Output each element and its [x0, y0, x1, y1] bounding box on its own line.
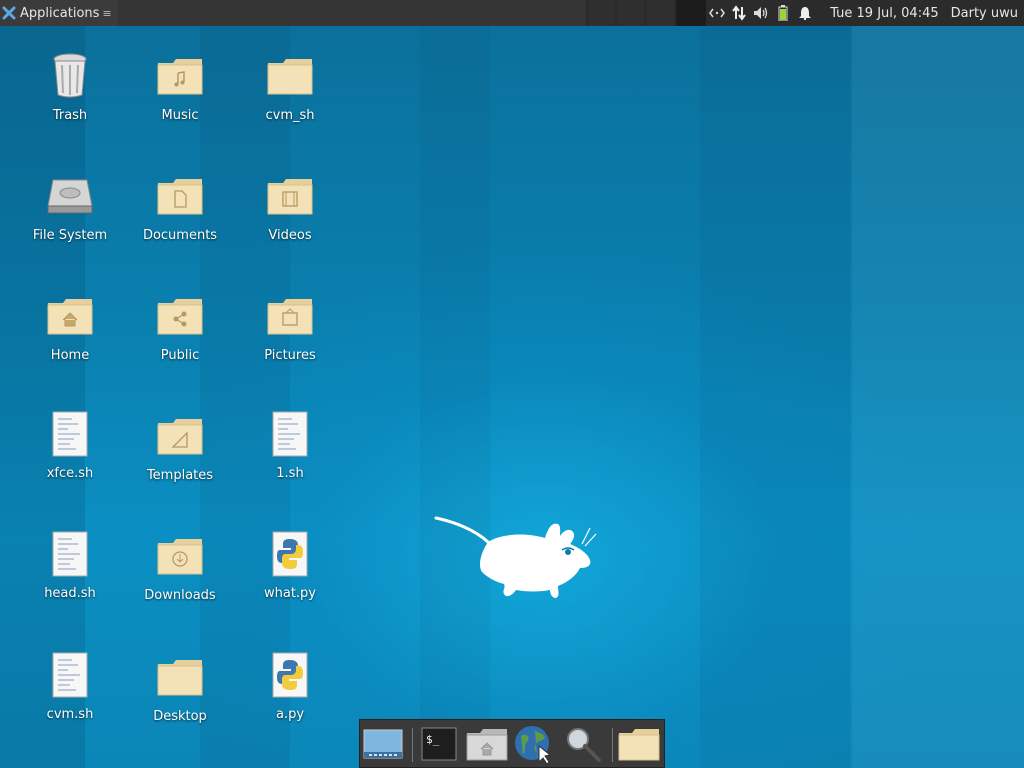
icon-label: a.py [275, 707, 305, 722]
terminal-icon: $_ [421, 727, 457, 761]
icon-label: Desktop [153, 709, 207, 724]
show-desktop-icon [363, 729, 403, 759]
icon-label: Documents [142, 228, 218, 243]
dock-folder[interactable] [618, 724, 660, 764]
dock-panel: $_ [359, 719, 665, 768]
icon-label: cvm.sh [46, 707, 94, 722]
desktop-icon-public[interactable]: Public [130, 292, 230, 382]
desktop-icon-cvm-sh-file[interactable]: cvm.sh [20, 651, 120, 741]
desktop-icon-what-py[interactable]: what.py [240, 530, 340, 620]
web-browser-icon [515, 726, 552, 764]
desktop-icon-1-sh[interactable]: 1.sh [240, 410, 340, 500]
workspace-3[interactable] [646, 0, 674, 26]
xfce-logo-icon [2, 6, 16, 20]
dock-home-folder[interactable] [466, 724, 508, 764]
icon-label: what.py [263, 586, 316, 601]
dock-separator [612, 728, 613, 762]
icon-label: xfce.sh [46, 466, 94, 481]
svg-text:$_: $_ [426, 733, 440, 746]
folder-icon [156, 653, 204, 701]
folder-downloads-icon [156, 532, 204, 580]
applications-menu-label: Applications [20, 5, 100, 21]
desktop-icon-templates[interactable]: Templates [130, 412, 230, 502]
transfer-icon[interactable] [728, 0, 750, 26]
folder-videos-icon [266, 172, 314, 220]
xfce-mouse-logo [434, 516, 597, 598]
desktop-icon-cvm-sh[interactable]: cvm_sh [240, 52, 340, 142]
battery-icon[interactable] [772, 0, 794, 26]
icon-label: Templates [146, 468, 214, 483]
window-buttons-area [117, 0, 586, 26]
icon-label: Home [50, 348, 90, 363]
folder-pictures-icon [266, 292, 314, 340]
icon-label: Downloads [144, 588, 216, 603]
dock-show-desktop[interactable] [362, 724, 404, 764]
clock[interactable]: Tue 19 Jul, 04:45 [824, 6, 944, 21]
icon-label: Trash [52, 108, 88, 123]
desktop-icon-documents[interactable]: Documents [130, 172, 230, 262]
workspace-1[interactable] [587, 0, 616, 26]
volume-icon[interactable] [750, 0, 772, 26]
script-file-icon [266, 410, 314, 458]
desktop-icon-trash[interactable]: Trash [20, 52, 120, 142]
workspace-2[interactable] [617, 0, 645, 26]
desktop-icon-xfce-sh[interactable]: xfce.sh [20, 410, 120, 500]
applications-menu-button[interactable]: Applications ≡ [0, 0, 118, 26]
icon-label: Music [161, 108, 199, 123]
workspace-4[interactable] [675, 0, 707, 26]
dock-separator [412, 728, 413, 762]
folder-home-icon [46, 292, 94, 340]
icon-label: Public [160, 348, 200, 363]
folder-music-icon [156, 52, 204, 100]
python-file-icon [266, 530, 314, 578]
icon-label: Pictures [264, 348, 316, 363]
drive-icon [46, 172, 94, 220]
script-file-icon [46, 651, 94, 699]
icon-label: cvm_sh [265, 108, 315, 123]
desktop-icon-a-py[interactable]: a.py [240, 651, 340, 741]
python-file-icon [266, 651, 314, 699]
desktop-icon-pictures[interactable]: Pictures [240, 292, 340, 382]
desktop-icon-downloads[interactable]: Downloads [130, 532, 230, 622]
desktop-icon-home[interactable]: Home [20, 292, 120, 382]
desktop-icon-videos[interactable]: Videos [240, 172, 340, 262]
icon-label: 1.sh [276, 466, 304, 481]
folder-documents-icon [156, 172, 204, 220]
notification-bell-icon[interactable] [794, 0, 816, 26]
network-code-icon[interactable] [706, 0, 728, 26]
desktop-icon-desktop[interactable]: Desktop [130, 653, 230, 743]
dock-search[interactable] [562, 724, 604, 764]
script-file-icon [46, 530, 94, 578]
desktop-icon-music[interactable]: Music [130, 52, 230, 142]
home-folder-icon [466, 729, 508, 761]
dock-terminal[interactable]: $_ [418, 724, 460, 764]
folder-public-icon [156, 292, 204, 340]
user-menu[interactable]: Darty uwu [945, 6, 1024, 21]
folder-icon [266, 52, 314, 100]
script-file-icon [46, 410, 94, 458]
icon-label: head.sh [44, 586, 96, 601]
desktop-icon-file-system[interactable]: File System [20, 172, 120, 262]
search-icon [567, 728, 601, 762]
folder-templates-icon [156, 412, 204, 460]
icon-label: Videos [268, 228, 312, 243]
menu-indicator-icon: ≡ [102, 6, 112, 20]
system-tray: Tue 19 Jul, 04:45 Darty uwu [706, 0, 1024, 26]
icon-label: File System [32, 228, 108, 243]
trash-icon [46, 52, 94, 100]
folder-icon [618, 729, 660, 761]
dock-web-browser[interactable] [512, 724, 554, 764]
desktop-icon-head-sh[interactable]: head.sh [20, 530, 120, 620]
top-panel: Applications ≡ Tue 19 Jul, 04:45 Darty u… [0, 0, 1024, 26]
